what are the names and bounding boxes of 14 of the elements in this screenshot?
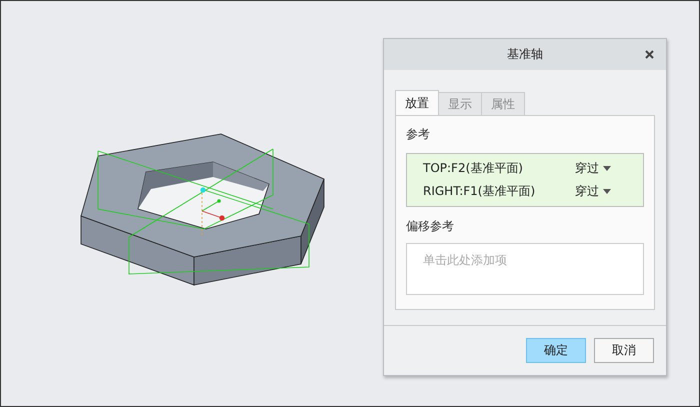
caret-icon (603, 166, 611, 171)
constraint-dropdown[interactable]: 穿过 (575, 183, 611, 200)
caret-icon (603, 189, 611, 194)
reference-name[interactable]: RIGHT:F1(基准平面) (423, 183, 575, 200)
placeholder-text: 单击此处添加项 (423, 253, 507, 267)
tab[interactable]: 放置 (395, 90, 439, 115)
section-label: 偏移参考 (406, 218, 454, 235)
dialog-title: 基准轴 (507, 46, 543, 63)
constraint-dropdown[interactable]: 穿过 (575, 160, 611, 177)
section-label: 参考 (406, 126, 430, 143)
reference-name[interactable]: TOP:F2(基准平面) (423, 160, 575, 177)
ok-button[interactable]: 确定 (526, 338, 586, 363)
cancel-button[interactable]: 取消 (594, 338, 654, 363)
close-icon[interactable] (645, 50, 654, 59)
